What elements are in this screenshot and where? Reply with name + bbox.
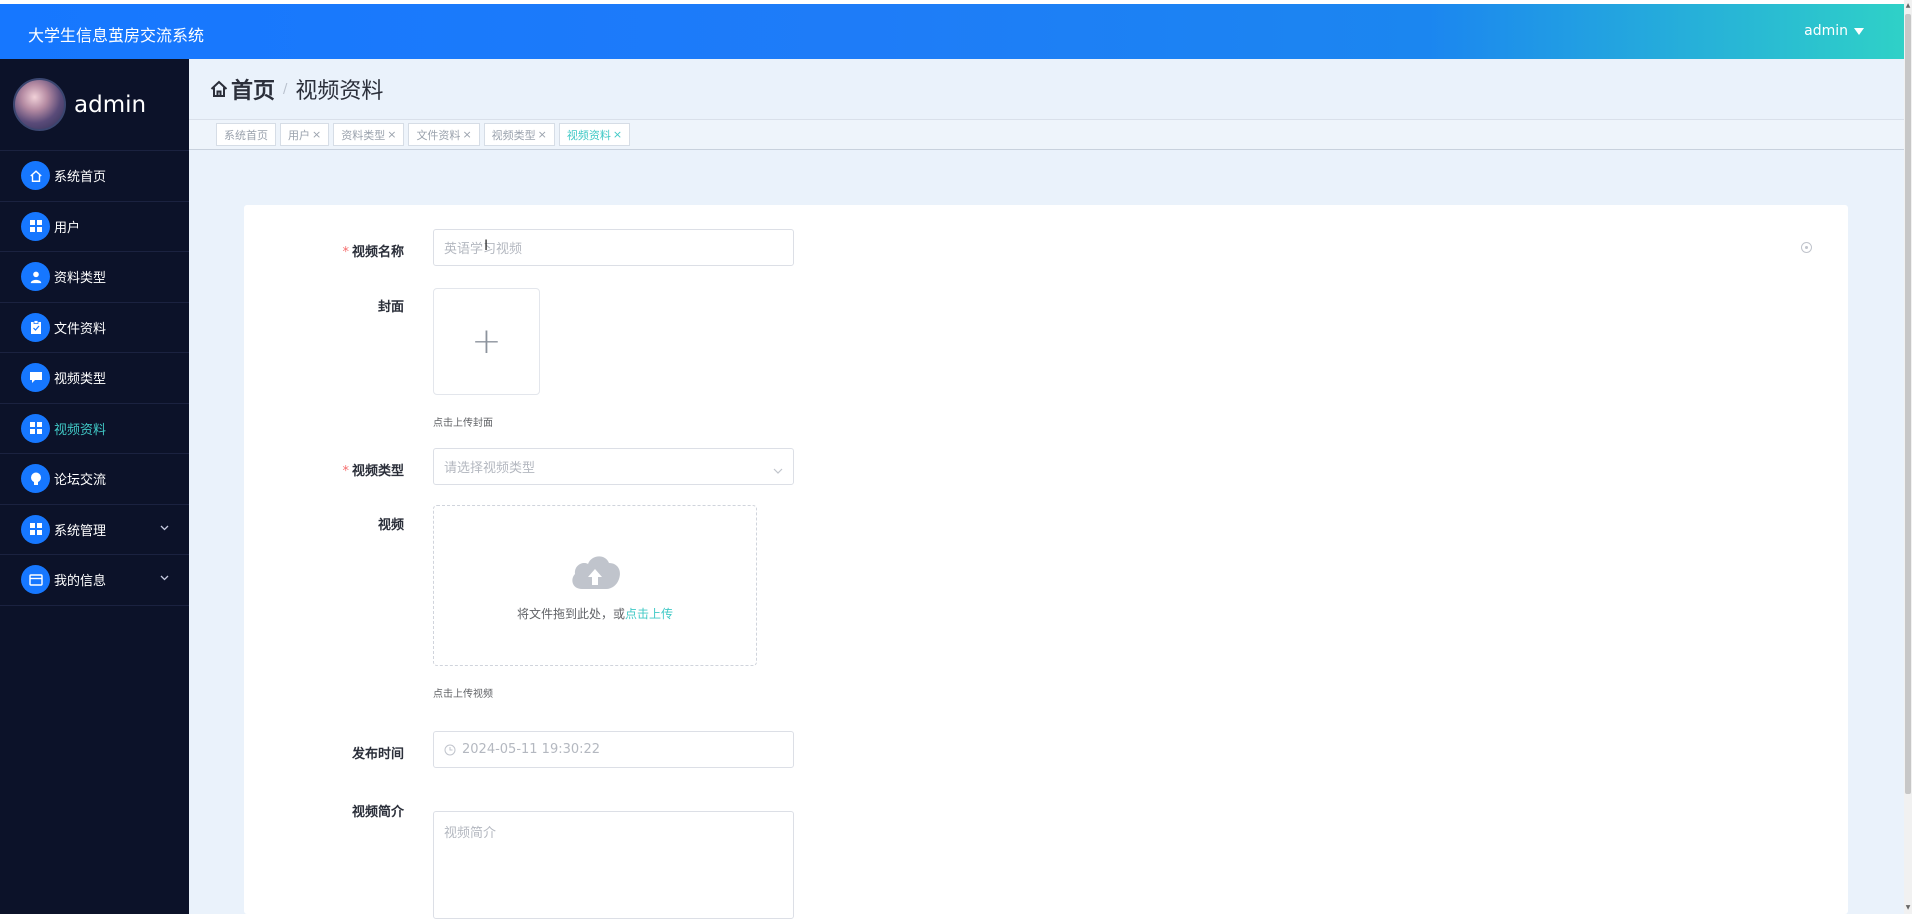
info-icon[interactable] bbox=[1801, 242, 1812, 253]
clipboard-icon bbox=[21, 312, 50, 342]
cover-hint: 点击上传封面 bbox=[433, 418, 493, 429]
sidebar-item-material-type[interactable]: 资料类型 bbox=[0, 252, 189, 303]
close-icon[interactable]: × bbox=[387, 128, 396, 141]
scroll-down-icon[interactable]: ▼ bbox=[1905, 904, 1911, 912]
publish-time-label: 发布时间 bbox=[351, 747, 404, 762]
tab-label: 资料类型 bbox=[341, 128, 386, 142]
sidebar-item-label: 文件资料 bbox=[54, 321, 107, 337]
breadcrumb-current: 视频资料 bbox=[295, 79, 384, 104]
close-icon[interactable]: × bbox=[462, 128, 471, 141]
breadcrumb-separator: / bbox=[283, 81, 288, 97]
video-upload-dropzone[interactable]: 将文件拖到此处，或点击上传 bbox=[433, 505, 757, 666]
video-name-input[interactable]: 英语学习视频 I bbox=[433, 229, 794, 266]
tab-label: 系统首页 bbox=[224, 128, 268, 142]
intro-placeholder: 视频简介 bbox=[444, 826, 497, 841]
clock-icon bbox=[444, 744, 456, 756]
sidebar-item-label: 视频类型 bbox=[54, 372, 107, 388]
required-mark: * bbox=[342, 464, 349, 479]
sidebar-item-label: 我的信息 bbox=[54, 574, 107, 590]
breadcrumb-home[interactable]: 首页 bbox=[209, 73, 275, 105]
tab-video-material[interactable]: 视频资料 × bbox=[558, 123, 631, 146]
user-menu-label: admin bbox=[1804, 23, 1848, 39]
sidebar: admin 系统首页 用户 资料类型 文件资料 视频类型 视频资料 论坛交流 系… bbox=[0, 59, 189, 914]
tab-file-material[interactable]: 文件资料 × bbox=[408, 123, 480, 146]
video-hint: 点击上传视频 bbox=[433, 689, 493, 700]
chevron-down-icon bbox=[160, 523, 169, 534]
sidebar-item-users[interactable]: 用户 bbox=[0, 202, 189, 252]
caret-down-icon bbox=[1854, 27, 1864, 35]
app-title: 大学生信息茧房交流系统 bbox=[28, 26, 205, 45]
card-icon bbox=[21, 565, 50, 595]
sidebar-item-system-manage[interactable]: 系统管理 bbox=[0, 505, 189, 555]
scroll-up-icon[interactable]: ▲ bbox=[1905, 2, 1911, 10]
chevron-down-icon bbox=[160, 573, 169, 584]
cover-label: 封面 bbox=[377, 300, 404, 315]
cover-upload-button[interactable]: + bbox=[433, 288, 540, 395]
tab-label: 视频类型 bbox=[491, 128, 536, 142]
main-content: 首页 / 视频资料 系统首页 用户 × 资料类型 × 文件资料 × 视频类型 × 视频资… bbox=[189, 59, 1904, 919]
tab-home[interactable]: 系统首页 bbox=[216, 123, 276, 146]
sidebar-item-video-material[interactable]: 视频资料 bbox=[0, 404, 189, 454]
video-type-label: * 视频类型 bbox=[342, 464, 404, 479]
sidebar-item-label: 系统首页 bbox=[54, 170, 107, 186]
grid-icon bbox=[21, 211, 50, 241]
upload-link[interactable]: 点击上传 bbox=[625, 607, 673, 621]
page-scrollbar[interactable]: ▲ ▼ bbox=[1904, 0, 1912, 914]
chevron-down-icon bbox=[773, 463, 783, 478]
sidebar-item-home[interactable]: 系统首页 bbox=[0, 151, 189, 202]
sidebar-item-label: 资料类型 bbox=[54, 271, 107, 287]
intro-label: 视频简介 bbox=[351, 805, 404, 820]
tab-label: 视频资料 bbox=[566, 128, 611, 142]
publish-time-input[interactable]: 2024-05-11 19:30:22 bbox=[433, 731, 794, 768]
sidebar-item-video-type[interactable]: 视频类型 bbox=[0, 353, 189, 404]
person-icon bbox=[21, 262, 50, 292]
upload-text: 将文件拖到此处，或点击上传 bbox=[516, 607, 674, 621]
sidebar-item-label: 用户 bbox=[54, 220, 81, 236]
tab-users[interactable]: 用户 × bbox=[280, 123, 330, 146]
upload-cloud-icon bbox=[572, 556, 620, 589]
profile-name: admin bbox=[74, 91, 147, 118]
scrollbar-thumb[interactable] bbox=[1905, 14, 1911, 794]
user-menu[interactable]: admin bbox=[1804, 23, 1864, 39]
video-type-placeholder: 请选择视频类型 bbox=[444, 461, 536, 476]
sidebar-item-file-material[interactable]: 文件资料 bbox=[0, 303, 189, 353]
plus-icon: + bbox=[471, 321, 502, 362]
sidebar-profile: admin bbox=[0, 59, 189, 151]
publish-time-value: 2024-05-11 19:30:22 bbox=[462, 742, 601, 757]
top-header: 大学生信息茧房交流系统 admin bbox=[0, 4, 1904, 59]
tab-material-type[interactable]: 资料类型 × bbox=[333, 123, 405, 146]
required-mark: * bbox=[342, 245, 349, 260]
sidebar-item-my-info[interactable]: 我的信息 bbox=[0, 555, 189, 606]
close-icon[interactable]: × bbox=[613, 128, 622, 141]
tab-video-type[interactable]: 视频类型 × bbox=[483, 123, 555, 146]
sidebar-item-label: 系统管理 bbox=[54, 523, 107, 539]
text-cursor-icon: I bbox=[484, 238, 489, 254]
grid-icon bbox=[21, 514, 50, 544]
chat-icon bbox=[21, 363, 50, 393]
intro-textarea[interactable]: 视频简介 bbox=[433, 811, 794, 919]
video-type-select[interactable]: 请选择视频类型 bbox=[433, 448, 794, 485]
sidebar-item-label: 视频资料 bbox=[54, 422, 107, 438]
grid-icon bbox=[21, 413, 50, 443]
sidebar-item-forum[interactable]: 论坛交流 bbox=[0, 454, 189, 505]
close-icon[interactable]: × bbox=[312, 128, 321, 141]
breadcrumb: 首页 / 视频资料 bbox=[189, 59, 1904, 119]
video-name-label: * 视频名称 bbox=[342, 245, 404, 260]
video-name-value: 英语学习视频 bbox=[444, 242, 523, 257]
tab-label: 文件资料 bbox=[416, 128, 461, 142]
bulb-icon bbox=[21, 464, 50, 494]
tab-label: 用户 bbox=[288, 128, 310, 142]
avatar bbox=[13, 78, 66, 131]
breadcrumb-home-label: 首页 bbox=[231, 79, 276, 104]
home-icon bbox=[21, 161, 50, 191]
video-label: 视频 bbox=[377, 518, 404, 533]
sidebar-item-label: 论坛交流 bbox=[54, 473, 107, 489]
home-icon bbox=[210, 80, 228, 97]
form-card: * 视频名称 英语学习视频 I 封面 + 点击上传封面 * 视频类型 请选择视频类型… bbox=[244, 205, 1848, 919]
tab-bar: 系统首页 用户 × 资料类型 × 文件资料 × 视频类型 × 视频资料 × bbox=[189, 119, 1904, 150]
close-icon[interactable]: × bbox=[538, 128, 547, 141]
